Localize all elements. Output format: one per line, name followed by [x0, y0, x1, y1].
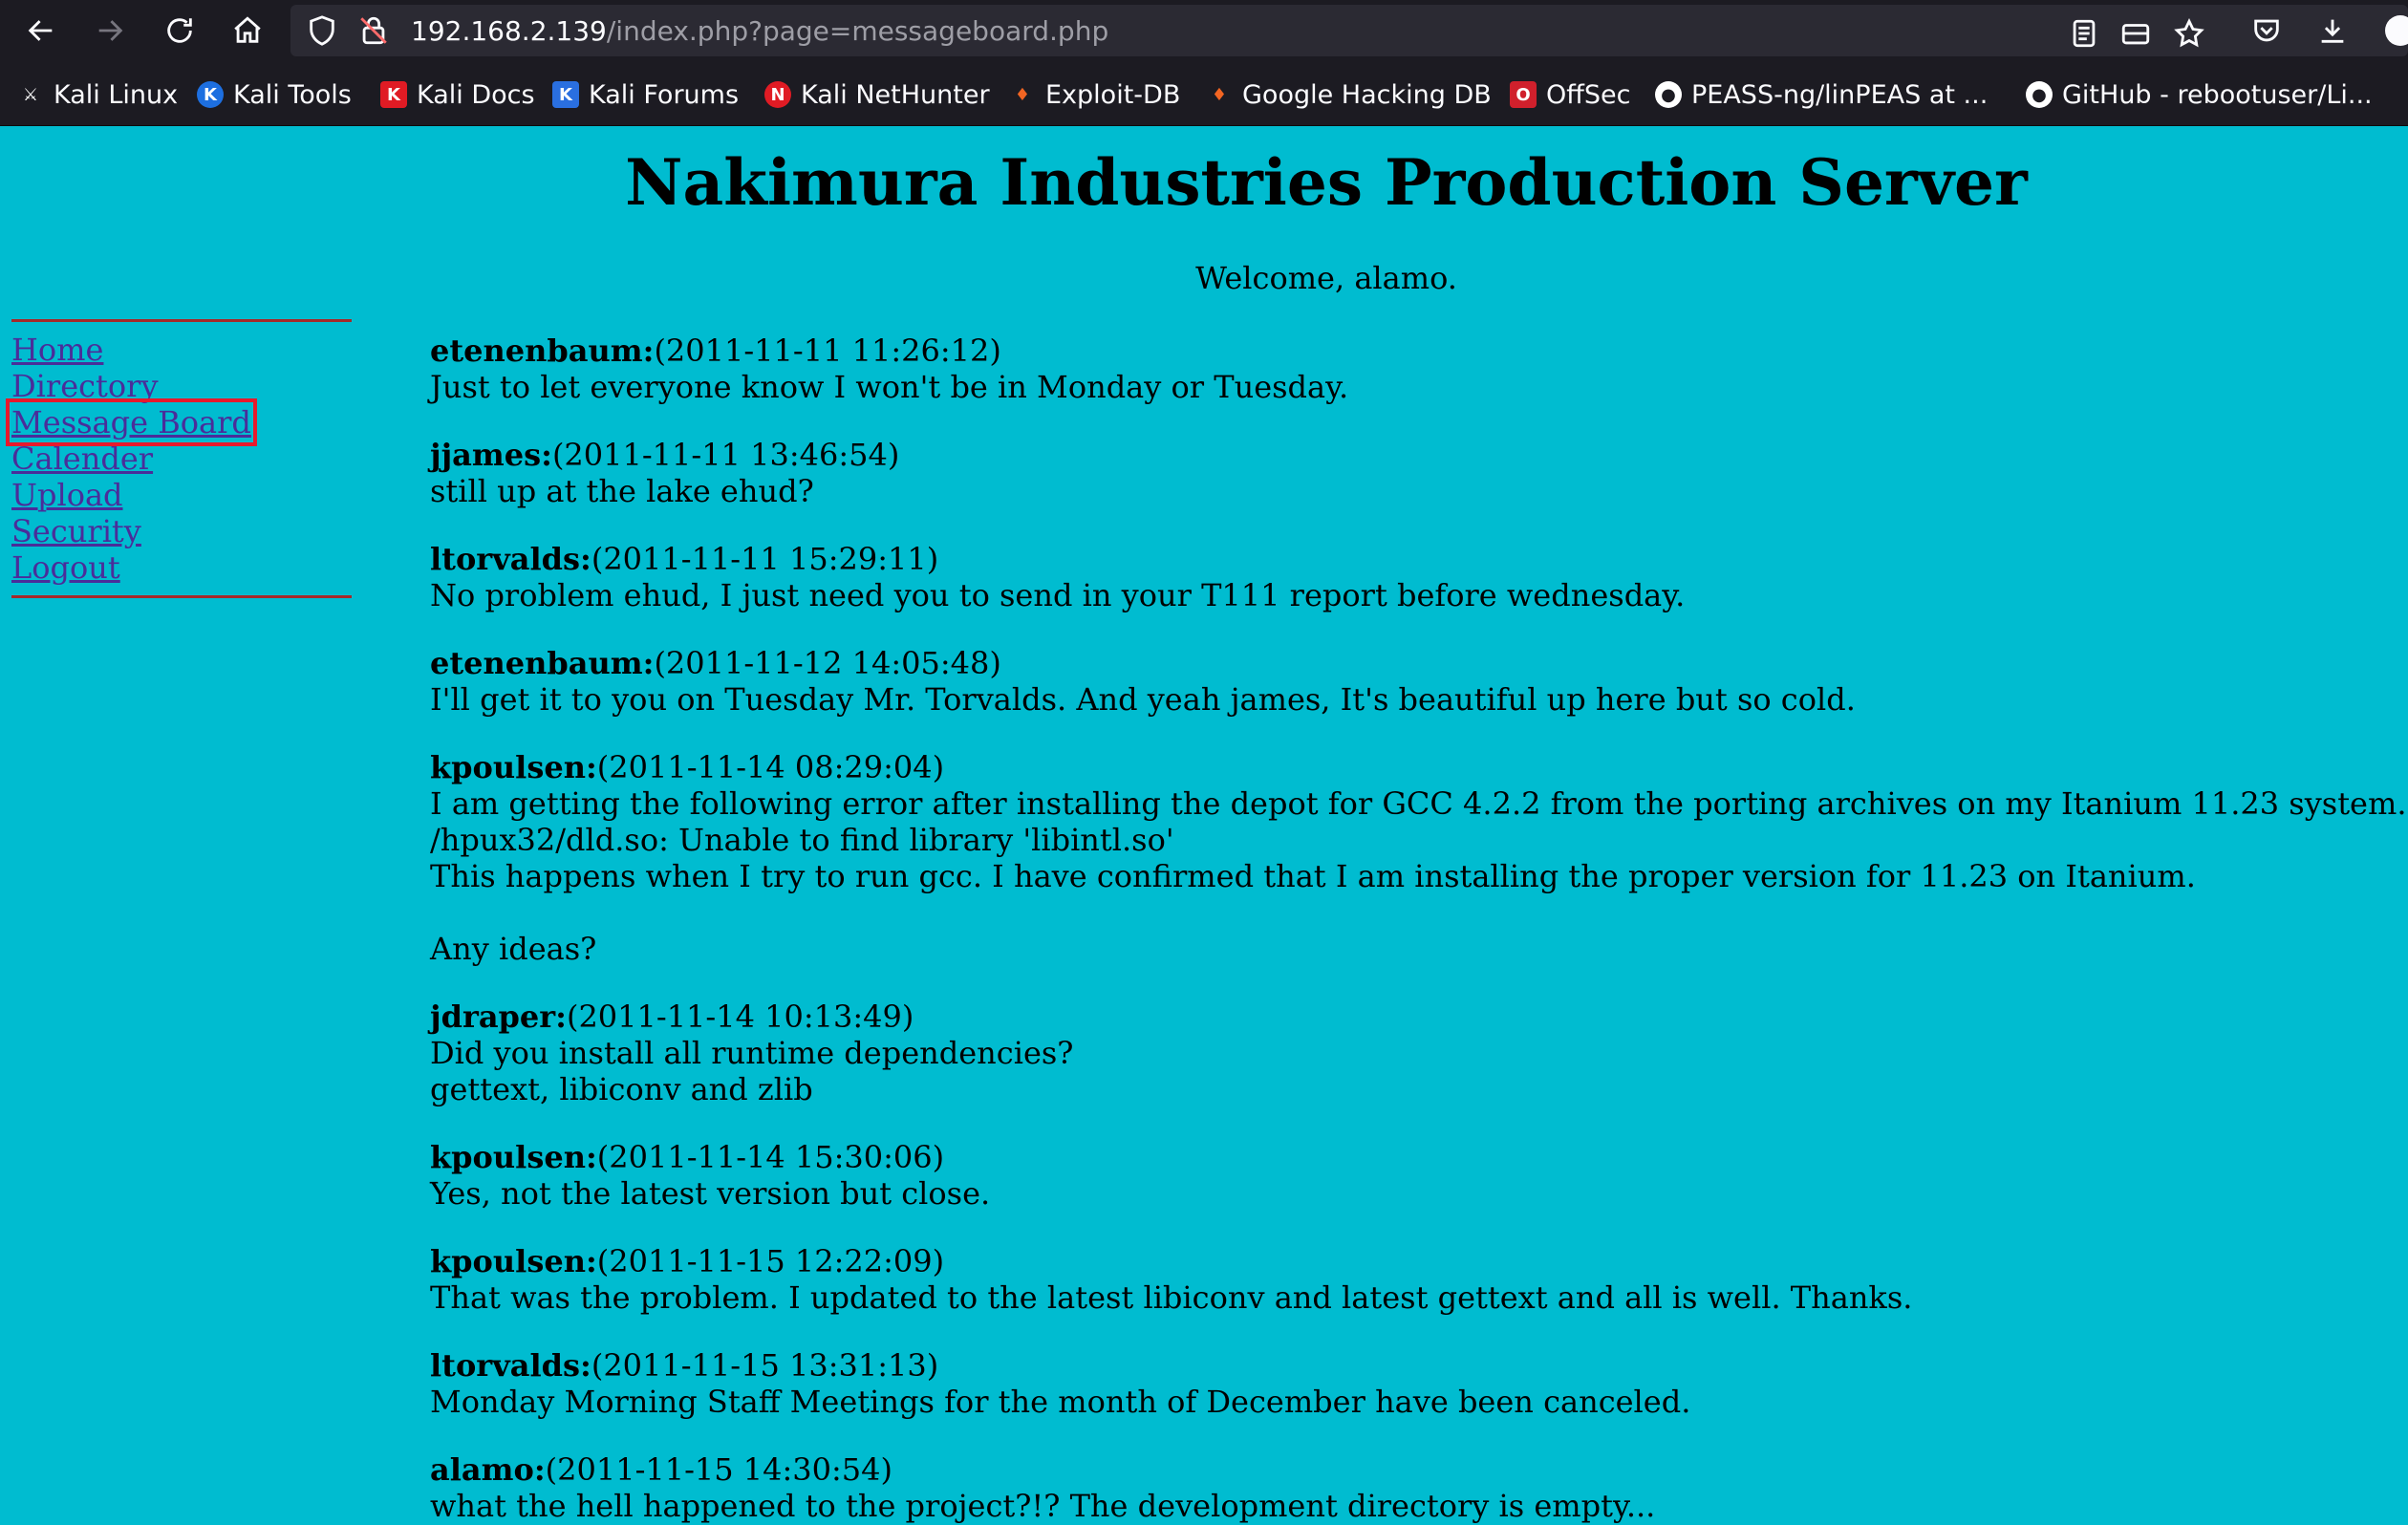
bookmark-kali-docs[interactable]: K Kali Docs [380, 75, 535, 114]
exploit-db-icon: ♦ [1014, 84, 1031, 105]
reload-button[interactable] [156, 8, 204, 54]
message-body: Any ideas? [430, 931, 597, 967]
home-button[interactable] [224, 8, 271, 54]
url-bar[interactable]: 192.168.2.139/index.php?page=messageboar… [290, 5, 2408, 56]
sidebar-bottom-divider [11, 595, 352, 598]
offsec-icon: O [1510, 81, 1537, 108]
message-post: kpoulsen:(2011-11-14 15:30:06) Yes, not … [430, 1139, 2408, 1212]
message-author: alamo: [430, 1451, 546, 1488]
message-body: Did you install all runtime dependencies… [430, 1035, 1074, 1071]
message-body: Monday Morning Staff Meetings for the mo… [430, 1384, 1691, 1420]
sidebar-item-logout[interactable]: Logout [11, 549, 120, 586]
github-icon: ● [2026, 81, 2053, 108]
github-icon: ● [1655, 81, 1682, 108]
kali-dragon-icon: ⚔ [22, 84, 39, 105]
message-post: alamo:(2011-11-15 14:30:54) what the hel… [430, 1451, 2408, 1524]
message-timestamp: (2011-11-14 08:29:04) [596, 749, 945, 785]
message-post: ltorvalds:(2011-11-11 15:29:11) No probl… [430, 541, 2408, 613]
message-author: etenenbaum: [430, 333, 655, 369]
reader-view-icon[interactable] [2068, 17, 2100, 50]
sidebar-menu: Home Directory Message Board Calender Up… [6, 322, 352, 595]
message-body: /hpux32/dld.so: Unable to find library '… [430, 822, 1174, 858]
kali-nethunter-icon: N [764, 81, 791, 108]
kali-tools-icon: K [197, 81, 224, 108]
message-body: gettext, libiconv and zlib [430, 1071, 813, 1107]
message-post: etenenbaum:(2011-11-12 14:05:48) I'll ge… [430, 645, 2408, 718]
home-icon [234, 16, 261, 43]
message-body-blank [430, 894, 2408, 931]
bookmark-kali-nethunter[interactable]: N Kali NetHunter [764, 75, 990, 114]
message-author: kpoulsen: [430, 749, 597, 785]
back-arrow-icon [28, 20, 53, 41]
account-avatar[interactable] [2385, 15, 2408, 46]
message-timestamp: (2011-11-14 10:13:49) [566, 999, 914, 1035]
forward-button[interactable] [86, 8, 134, 54]
message-post: jdraper:(2011-11-14 10:13:49) Did you in… [430, 999, 2408, 1107]
message-author: ltorvalds: [430, 541, 591, 577]
bookmark-google-hacking-db[interactable]: ♦ Google Hacking DB [1206, 75, 1492, 114]
message-author: ltorvalds: [430, 1347, 591, 1384]
message-body: Yes, not the latest version but close. [430, 1175, 991, 1212]
message-body: what the hell happened to the project?!?… [430, 1488, 1656, 1524]
back-button[interactable] [17, 8, 65, 54]
message-body: I am getting the following error after i… [430, 785, 2407, 822]
message-author: etenenbaum: [430, 645, 655, 681]
sidebar-item-directory[interactable]: Directory [11, 368, 159, 404]
reload-icon [167, 18, 192, 43]
bookmark-star-icon[interactable] [2173, 17, 2205, 50]
message-author: kpoulsen: [430, 1243, 597, 1279]
message-timestamp: (2011-11-14 15:30:06) [596, 1139, 945, 1175]
message-post: etenenbaum:(2011-11-11 11:26:12) Just to… [430, 333, 2408, 405]
insecure-lock-icon[interactable] [357, 14, 390, 47]
screenshot-icon[interactable] [2119, 17, 2152, 50]
message-timestamp: (2011-11-11 11:26:12) [654, 333, 1001, 369]
message-timestamp: (2011-11-12 14:05:48) [654, 645, 1001, 681]
google-hacking-db-icon: ♦ [1211, 84, 1228, 105]
bookmark-github-rebootuser[interactable]: ● GitHub - rebootuser/Li... [2026, 75, 2373, 114]
forward-arrow-icon [98, 20, 123, 41]
message-body: This happens when I try to run gcc. I ha… [430, 858, 2196, 894]
message-post: kpoulsen:(2011-11-14 08:29:04) I am gett… [430, 749, 2408, 967]
kali-forums-icon: K [552, 81, 579, 108]
shield-icon[interactable] [306, 14, 338, 47]
sidebar-item-home[interactable]: Home [11, 332, 103, 368]
welcome-message: Welcome, alamo. [1195, 260, 1457, 296]
bookmark-kali-tools[interactable]: K Kali Tools [197, 75, 352, 114]
message-body: I'll get it to you on Tuesday Mr. Torval… [430, 681, 1856, 718]
sidebar-item-security[interactable]: Security [11, 513, 141, 549]
bookmark-kali-forums[interactable]: K Kali Forums [552, 75, 739, 114]
message-author: jdraper: [430, 999, 567, 1035]
sidebar-item-upload[interactable]: Upload [11, 477, 123, 513]
message-post: jjames:(2011-11-11 13:46:54) still up at… [430, 437, 2408, 509]
message-timestamp: (2011-11-15 14:30:54) [545, 1451, 892, 1488]
pocket-icon[interactable] [2250, 14, 2283, 47]
bookmark-offsec[interactable]: O OffSec [1510, 75, 1630, 114]
sidebar-item-calender[interactable]: Calender [11, 440, 153, 477]
message-timestamp: (2011-11-15 13:31:13) [591, 1347, 939, 1384]
message-timestamp: (2011-11-11 15:29:11) [591, 541, 939, 577]
sidebar-item-message-board[interactable]: Message Board [6, 398, 257, 446]
sidebar-nav: Home Directory Message Board Calender Up… [6, 319, 352, 598]
download-icon[interactable] [2316, 14, 2349, 47]
bookmark-kali-linux[interactable]: ⚔ Kali Linux [17, 75, 178, 114]
bookmarks-toolbar: ⚔ Kali Linux K Kali Tools K Kali Docs K Kali… [0, 61, 2408, 126]
bookmark-peass-ng[interactable]: ● PEASS-ng/linPEAS at ... [1655, 75, 1988, 114]
message-body: That was the problem. I updated to the l… [430, 1279, 1913, 1316]
message-timestamp: (2011-11-11 13:46:54) [551, 437, 900, 473]
message-body: Just to let everyone know I won't be in … [430, 369, 1349, 405]
message-body: No problem ehud, I just need you to send… [430, 577, 1686, 613]
message-post: kpoulsen:(2011-11-15 12:22:09) That was … [430, 1243, 2408, 1316]
message-timestamp: (2011-11-15 12:22:09) [596, 1243, 945, 1279]
message-post: ltorvalds:(2011-11-15 13:31:13) Monday M… [430, 1347, 2408, 1420]
message-author: jjames: [430, 437, 552, 473]
browser-toolbar: 192.168.2.139/index.php?page=messageboar… [0, 0, 2408, 61]
page-title: Nakimura Industries Production Server [625, 145, 2028, 220]
bookmark-exploit-db[interactable]: ♦ Exploit-DB [1009, 75, 1180, 114]
message-board: etenenbaum:(2011-11-11 11:26:12) Just to… [430, 333, 2408, 1525]
kali-docs-icon: K [380, 81, 407, 108]
message-body: still up at the lake ehud? [430, 473, 814, 509]
url-text[interactable]: 192.168.2.139/index.php?page=messageboar… [411, 15, 1108, 47]
message-author: kpoulsen: [430, 1139, 597, 1175]
